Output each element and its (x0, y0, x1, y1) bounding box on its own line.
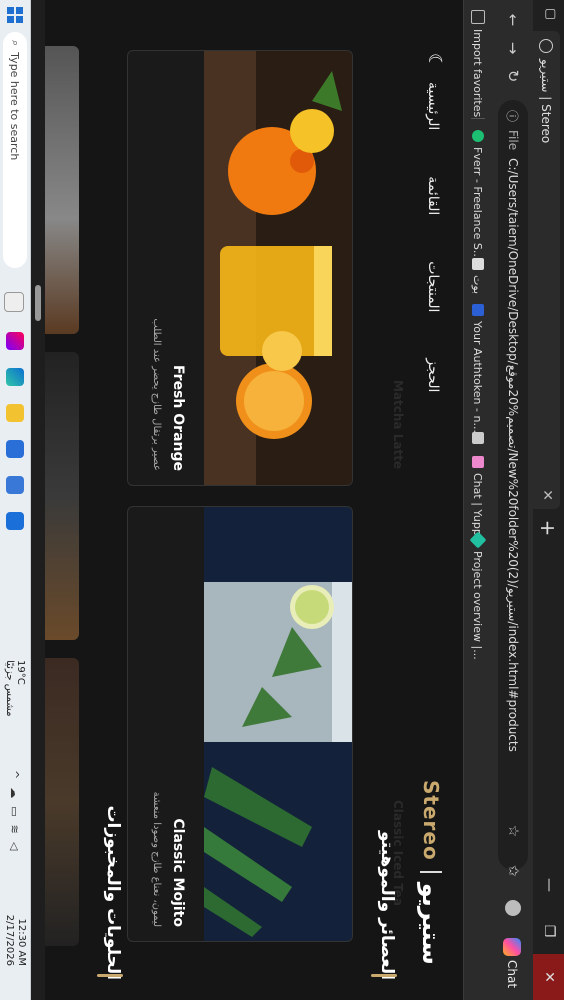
app-icon[interactable] (6, 512, 24, 530)
brand-divider (420, 870, 442, 873)
minimize-button[interactable]: — (533, 862, 564, 908)
clock-time: 12:30 AM (16, 918, 27, 966)
section-title-desserts: الحلويات والمخبوزات (103, 805, 123, 980)
volume-icon[interactable]: ◁ (8, 842, 21, 850)
refresh-button[interactable]: ↻ (502, 64, 524, 88)
weather-widget[interactable]: 19°C مشمس جزئيًا (4, 660, 26, 717)
copilot-app-icon[interactable] (6, 332, 24, 350)
clock-date: 2/17/2026 (4, 914, 15, 966)
bookmark-fiverr[interactable]: Fverr - Freelance S... (470, 130, 486, 260)
weather-desc: مشمس جزئيًا (4, 660, 15, 717)
weather-temp: 19°C (15, 660, 26, 685)
product-card[interactable]: Classic Mojito ليمون، نعناع طازج وصودا م… (127, 506, 353, 942)
menu-item-products[interactable]: المنتجات (425, 261, 441, 312)
maximize-button[interactable]: ❐ (533, 908, 564, 954)
dessert-image[interactable] (45, 658, 79, 946)
tab-strip: ▢ ستيريو | Stereo ✕ + — ❐ ✕ (533, 0, 564, 1000)
site-menu: الحجز المنتجات القائمة الرئيسية (425, 82, 441, 392)
edge-icon[interactable] (6, 368, 24, 386)
brand-ar: ستيريو (417, 882, 445, 965)
product-name: Fresh Orange (170, 365, 186, 471)
address-url: C:/Users/taiem/OneDrive/Desktop/تصميم%20… (506, 158, 520, 752)
bookmarks-bar: Import favorites Fverr - Freelance S... … (463, 0, 493, 1000)
search-placeholder: Type here to search (8, 52, 22, 161)
product-description: ليمون، نعناع طازج وصودا منعشة (151, 791, 162, 927)
bot-icon (472, 258, 484, 270)
address-bar[interactable]: ⓘ File C:/Users/taiem/OneDrive/Desktop/ت… (498, 100, 528, 870)
bookmark-authtoken[interactable]: Your Authtoken - n... (470, 304, 486, 433)
bookmark-yupp[interactable]: Chat | Yupp (470, 456, 486, 536)
copilot-label: Chat (505, 960, 519, 989)
new-tab-button[interactable]: + (536, 516, 560, 540)
dessert-image[interactable] (45, 352, 79, 640)
brand-en: Stereo (419, 780, 443, 861)
product-name: Classic Mojito (170, 818, 186, 927)
browser-tab[interactable]: ستيريو | Stereo ✕ (533, 31, 560, 509)
favorites-icon[interactable]: ✩ (502, 860, 524, 882)
forward-button[interactable]: → (502, 36, 524, 60)
windows-start-icon[interactable] (6, 6, 24, 24)
section-accent-bar (371, 974, 397, 977)
horizontal-scrollbar[interactable] (31, 0, 45, 1000)
back-button[interactable]: ← (502, 8, 524, 32)
section-title-juices: العصائر والموهيتو (377, 831, 397, 980)
taskbar-search[interactable]: ⌕ Type here to search (3, 32, 27, 268)
wifi-icon[interactable]: ≋ (8, 825, 21, 834)
menu-item-menu[interactable]: القائمة (425, 176, 441, 215)
menu-item-booking[interactable]: الحجز (425, 358, 441, 392)
product-description: عصير برتقال طازج يحضر عند الطلب (151, 318, 162, 471)
bookmark-project[interactable]: Project overview |... (469, 531, 487, 660)
web-page: ☾ الحجز المنتجات القائمة الرئيسية Stereo… (45, 0, 463, 1000)
globe-icon (539, 39, 554, 53)
bookmarks-divider (471, 118, 485, 119)
task-view-icon[interactable] (4, 292, 24, 312)
bookmark-misc[interactable] (470, 432, 486, 444)
dessert-image[interactable] (45, 46, 79, 334)
star-icon[interactable]: ☆ (502, 820, 524, 842)
windows-taskbar: ⌕ Type here to search 19°C مشمس جزئيًا ^… (0, 0, 31, 1000)
cloud-icon[interactable]: ☁ (8, 787, 21, 798)
product-card[interactable]: Fresh Orange عصير برتقال طازج يحضر عند ا… (127, 50, 353, 486)
browser-toolbar: ← → ↻ ⓘ File C:/Users/taiem/OneDrive/Des… (493, 0, 533, 1000)
moon-icon[interactable]: ☾ (423, 50, 445, 72)
profile-avatar[interactable] (505, 900, 521, 916)
background-label: Matcha Latte (391, 380, 405, 470)
yupp-icon (472, 456, 484, 468)
project-icon (469, 531, 487, 549)
section-accent-bar (97, 974, 123, 977)
site-navbar: ☾ الحجز المنتجات القائمة الرئيسية Stereo… (401, 0, 463, 1000)
system-tray[interactable]: ^ ☁ ▭ ≋ ◁ (8, 770, 21, 850)
copilot-button[interactable]: Chat (501, 938, 523, 992)
bookmark-import[interactable]: Import favorites (470, 10, 486, 117)
info-icon[interactable]: ⓘ (505, 110, 522, 122)
tab-actions-icon[interactable]: ▢ (538, 4, 558, 24)
fiverr-icon (472, 130, 484, 142)
import-icon (471, 10, 485, 24)
tab-title: ستيريو | Stereo (539, 59, 554, 144)
search-icon: ⌕ (9, 40, 22, 47)
store-icon[interactable] (6, 440, 24, 458)
scrollbar-thumb[interactable] (35, 285, 41, 321)
tab-close-icon[interactable]: ✕ (539, 489, 555, 501)
product-image (204, 507, 352, 941)
taskbar-clock[interactable]: 12:30 AM 2/17/2026 (3, 910, 27, 966)
chevron-up-icon[interactable]: ^ (8, 770, 21, 779)
menu-item-home[interactable]: الرئيسية (425, 82, 441, 130)
battery-icon[interactable]: ▭ (8, 806, 21, 816)
copilot-icon (503, 938, 521, 956)
ngrok-icon (472, 304, 484, 316)
photos-icon[interactable] (6, 476, 24, 494)
page-icon (472, 432, 484, 444)
close-window-button[interactable]: ✕ (533, 954, 564, 1000)
address-file-label: File (506, 130, 520, 151)
file-explorer-icon[interactable] (6, 404, 24, 422)
product-image (204, 51, 352, 485)
bookmark-bot[interactable]: بوت (470, 258, 486, 294)
site-brand[interactable]: Stereo ستيريو (411, 780, 451, 965)
